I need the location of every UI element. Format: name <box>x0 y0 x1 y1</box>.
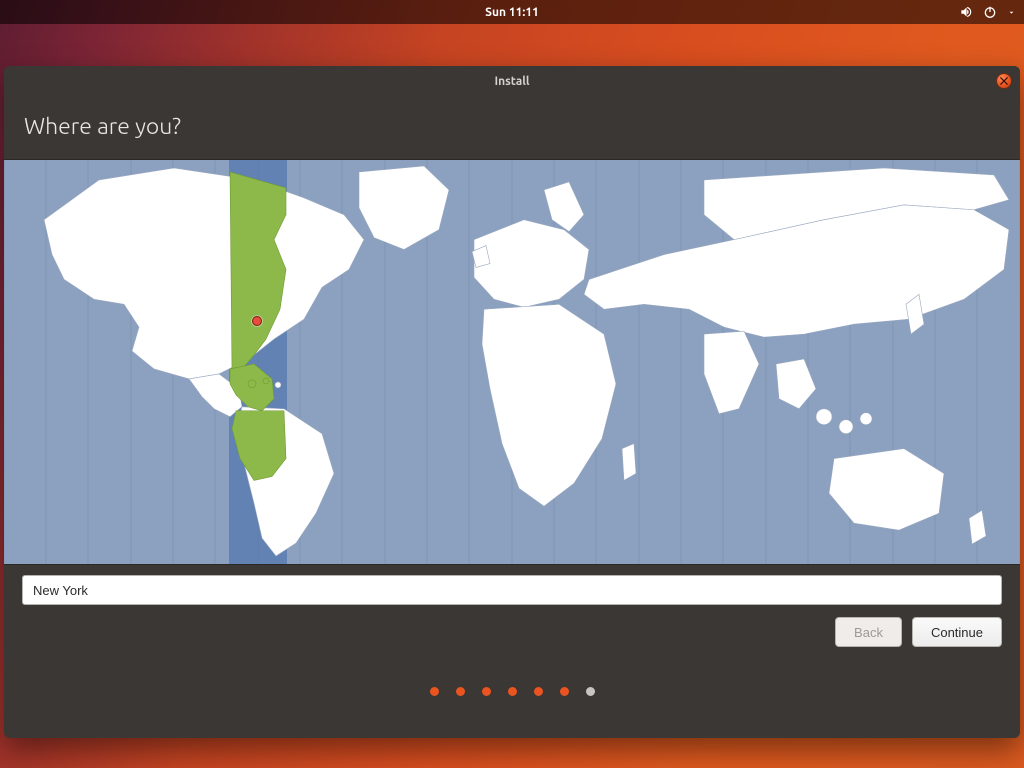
timezone-input[interactable] <box>22 575 1002 605</box>
power-icon[interactable] <box>983 5 997 19</box>
chevron-down-icon[interactable] <box>1007 8 1016 17</box>
window-close-button[interactable] <box>996 73 1012 89</box>
controls-area: Back Continue <box>4 565 1020 661</box>
back-button[interactable]: Back <box>835 617 902 647</box>
page-heading: Where are you? <box>4 96 1020 159</box>
location-pin <box>252 316 262 326</box>
progress-dot <box>534 687 543 696</box>
world-map-graphic <box>4 160 1020 564</box>
installer-window: Install Where are you? <box>4 66 1020 738</box>
nav-button-row: Back Continue <box>22 617 1002 647</box>
timezone-map[interactable] <box>4 159 1020 565</box>
panel-clock[interactable]: Sun 11:11 <box>485 6 539 19</box>
close-icon <box>1000 77 1008 85</box>
progress-dot <box>508 687 517 696</box>
volume-icon[interactable] <box>959 5 973 19</box>
progress-dot <box>560 687 569 696</box>
window-title: Install <box>494 75 529 88</box>
continue-button[interactable]: Continue <box>912 617 1002 647</box>
progress-dot <box>430 687 439 696</box>
progress-dot <box>456 687 465 696</box>
gnome-top-panel: Sun 11:11 <box>0 0 1024 24</box>
progress-dots <box>4 661 1020 721</box>
progress-dot <box>482 687 491 696</box>
window-titlebar: Install <box>4 66 1020 96</box>
progress-dot <box>586 687 595 696</box>
panel-system-tray[interactable] <box>959 0 1016 24</box>
